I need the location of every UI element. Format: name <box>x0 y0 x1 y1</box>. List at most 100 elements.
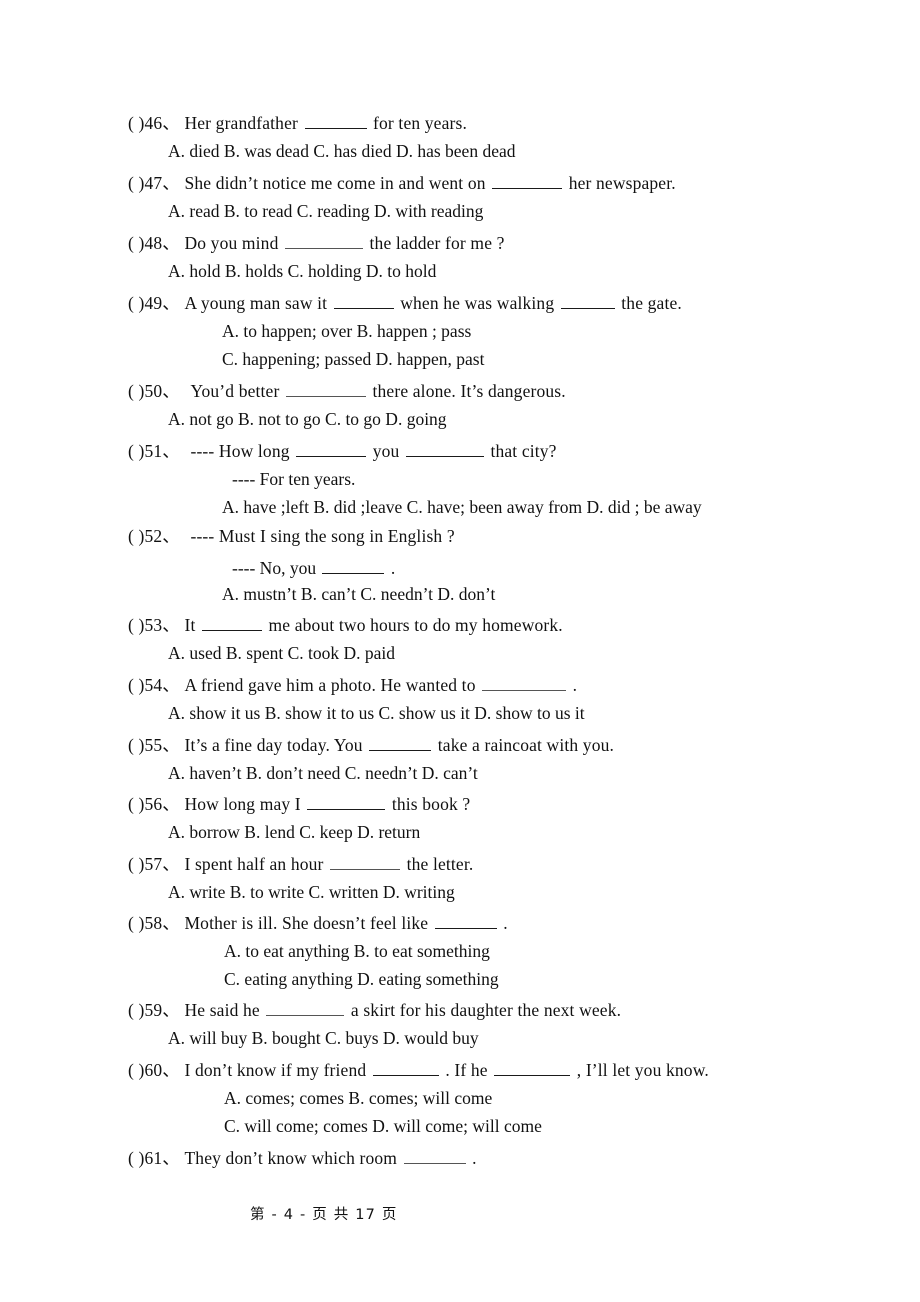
question-49-options-row-1: A. to happen; over B. happen ; pass <box>222 321 472 341</box>
question-60-text-before: I don’t know if my friend <box>184 1060 367 1081</box>
question-46-blank <box>304 113 367 130</box>
question-58-options-row-2: C. eating anything D. eating something <box>224 969 499 989</box>
question-52-answer-before: ---- No, you <box>232 558 317 579</box>
question-48-options: A. hold B. holds C. holding D. to hold <box>168 261 437 281</box>
question-53-options: A. used B. spent C. took D. paid <box>168 643 396 663</box>
question-46-text-before: Her grandfather <box>184 113 298 134</box>
question-60-options-row-2: C. will come; comes D. will come; will c… <box>224 1116 542 1136</box>
question-61-stem: ( )61、 They don’t know which room . <box>128 1148 477 1168</box>
question-53-text-before: It <box>184 615 196 636</box>
question-56-text-before: How long may I <box>184 794 301 815</box>
question-60-stem: ( )60、 I don’t know if my friend . If he… <box>128 1060 709 1080</box>
question-55-blank <box>369 735 432 752</box>
question-55-text-before: It’s a fine day today. You <box>184 735 363 756</box>
question-57-stem: ( )57、 I spent half an hour the letter. <box>128 854 473 874</box>
exam-page: ( )46、 Her grandfather for ten years. A.… <box>0 0 920 1302</box>
question-59-options: A. will buy B. bought C. buys D. would b… <box>168 1028 479 1048</box>
question-46-options: A. died B. was dead C. has died D. has b… <box>168 141 516 161</box>
question-60-text-mid: . If he <box>445 1060 488 1081</box>
question-61-text-before: They don’t know which room <box>184 1148 398 1169</box>
question-58-stem: ( )58、 Mother is ill. She doesn’t feel l… <box>128 913 508 933</box>
question-61-blank <box>403 1148 466 1165</box>
question-49-options-row-2: C. happening; passed D. happen, past <box>222 349 485 369</box>
question-57-text-after: the letter. <box>406 854 474 875</box>
question-51-answer: ---- For ten years. <box>232 469 356 489</box>
question-60-blank-1 <box>372 1060 439 1077</box>
question-48-marker: ( )48、 <box>128 233 180 254</box>
question-51-text-mid: you <box>372 441 400 462</box>
question-61-marker: ( )61、 <box>128 1148 180 1169</box>
question-53-marker: ( )53、 <box>128 615 180 636</box>
question-51-text-after: that city? <box>490 441 557 462</box>
question-46-text-after: for ten years. <box>373 113 467 134</box>
question-58-text-after: . <box>503 913 508 934</box>
question-56-blank <box>307 794 386 811</box>
question-48-stem: ( )48、 Do you mind the ladder for me ? <box>128 233 505 253</box>
question-54-text-before: A friend gave him a photo. He wanted to <box>184 675 476 696</box>
question-56-options: A. borrow B. lend C. keep D. return <box>168 822 421 842</box>
question-59-text-before: He said he <box>184 1000 260 1021</box>
question-59-marker: ( )59、 <box>128 1000 180 1021</box>
question-55-stem: ( )55、 It’s a fine day today. You take a… <box>128 735 614 755</box>
question-49-stem: ( )49、 A young man saw it when he was wa… <box>128 293 682 313</box>
question-47-blank <box>492 173 563 190</box>
question-53-blank <box>202 615 262 632</box>
question-52-blank <box>322 558 385 575</box>
question-59-blank <box>266 1000 345 1017</box>
question-60-marker: ( )60、 <box>128 1060 180 1081</box>
question-56-text-after: this book ? <box>391 794 471 815</box>
question-52-answer-after: . <box>390 558 396 579</box>
question-53-text-after: me about two hours to do my homework. <box>268 615 563 636</box>
question-61-text-after: . <box>472 1148 477 1169</box>
question-58-options-row-1: A. to eat anything B. to eat something <box>224 941 490 961</box>
question-46-stem: ( )46、 Her grandfather for ten years. <box>128 113 467 133</box>
question-54-text-after: . <box>572 675 578 696</box>
question-47-options: A. read B. to read C. reading D. with re… <box>168 201 484 221</box>
question-54-marker: ( )54、 <box>128 675 180 696</box>
question-48-text-before: Do you mind <box>184 233 279 254</box>
question-50-text-after: there alone. It’s dangerous. <box>372 381 566 402</box>
question-55-options: A. haven’t B. don’t need C. needn’t D. c… <box>168 763 478 783</box>
question-60-options-row-1: A. comes; comes B. comes; will come <box>224 1088 493 1108</box>
question-52-stem: ( )52、 ---- Must I sing the song in Engl… <box>128 526 455 546</box>
question-59-text-after: a skirt for his daughter the next week. <box>350 1000 622 1021</box>
question-51-text-before: ---- How long <box>190 441 290 462</box>
question-49-blank-2 <box>560 293 615 310</box>
question-49-text-after: the gate. <box>621 293 682 314</box>
question-58-text-before: Mother is ill. She doesn’t feel like <box>184 913 429 934</box>
question-47-marker: ( )47、 <box>128 173 180 194</box>
question-50-marker: ( )50、 <box>128 381 180 402</box>
question-55-text-after: take a raincoat with you. <box>437 735 615 756</box>
question-50-text-before: You’d better <box>190 381 280 402</box>
question-55-marker: ( )55、 <box>128 735 180 756</box>
question-60-text-after: , I’ll let you know. <box>576 1060 709 1081</box>
question-58-blank <box>434 913 497 930</box>
question-48-blank <box>285 233 364 250</box>
question-58-marker: ( )58、 <box>128 913 180 934</box>
question-54-stem: ( )54、 A friend gave him a photo. He wan… <box>128 675 577 695</box>
question-56-stem: ( )56、 How long may I this book ? <box>128 794 470 814</box>
question-47-text-after: her newspaper. <box>568 173 676 194</box>
question-59-stem: ( )59、 He said he a skirt for his daught… <box>128 1000 621 1020</box>
question-51-blank-1 <box>296 441 367 458</box>
question-47-text-before: She didn’t notice me come in and went on <box>184 173 486 194</box>
question-56-marker: ( )56、 <box>128 794 180 815</box>
question-52-marker: ( )52、 <box>128 526 180 546</box>
question-54-blank <box>482 675 567 692</box>
question-46-marker: ( )46、 <box>128 113 180 134</box>
question-57-marker: ( )57、 <box>128 854 180 875</box>
question-51-options: A. have ;left B. did ;leave C. have; bee… <box>222 497 702 517</box>
question-52-options: A. mustn’t B. can’t C. needn’t D. don’t <box>222 584 496 604</box>
question-49-marker: ( )49、 <box>128 293 180 314</box>
question-50-options: A. not go B. not to go C. to go D. going <box>168 409 447 429</box>
question-51-stem: ( )51、 ---- How long you that city? <box>128 441 557 461</box>
question-48-text-after: the ladder for me ? <box>369 233 505 254</box>
question-57-options: A. write B. to write C. written D. writi… <box>168 882 455 902</box>
question-50-blank <box>285 381 366 398</box>
question-51-marker: ( )51、 <box>128 441 180 462</box>
question-51-blank-2 <box>405 441 484 458</box>
question-52-text: ---- Must I sing the song in English ? <box>190 526 455 546</box>
question-49-blank-1 <box>333 293 394 310</box>
question-47-stem: ( )47、 She didn’t notice me come in and … <box>128 173 676 193</box>
question-50-stem: ( )50、 You’d better there alone. It’s da… <box>128 381 566 401</box>
